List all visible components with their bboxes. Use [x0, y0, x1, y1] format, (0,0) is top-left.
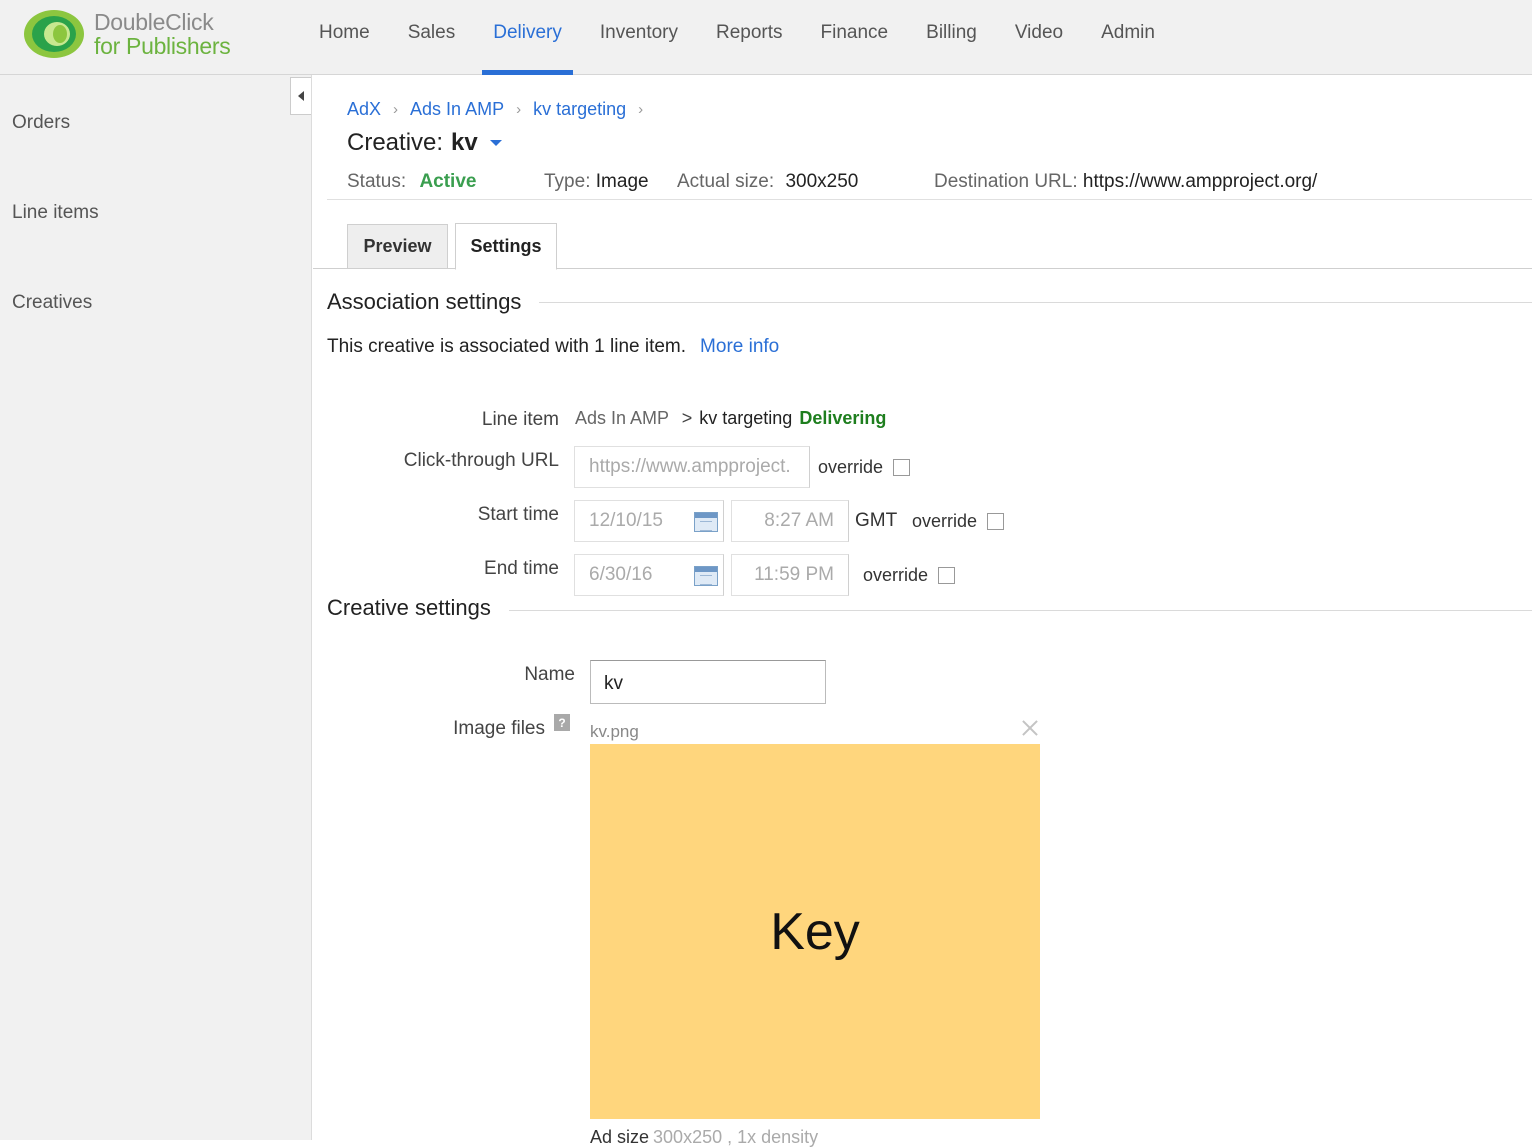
page-title-prefix: Creative:: [347, 129, 444, 156]
end-time-input[interactable]: 11:59 PM: [731, 554, 849, 596]
tab-preview[interactable]: Preview: [347, 224, 448, 269]
breadcrumb-line-item[interactable]: kv targeting: [533, 99, 626, 120]
sidebar: Orders Line items Creatives: [0, 75, 312, 1140]
end-date-input[interactable]: 6/30/16: [574, 554, 724, 596]
ad-size-label: Ad size: [590, 1127, 650, 1147]
brand-logo[interactable]: DoubleClick for Publishers: [22, 8, 262, 64]
start-time-label: Start time: [477, 504, 559, 525]
end-date-value: 6/30/16: [589, 564, 653, 585]
destination-field: Destination URL: https://www.ampproject.…: [934, 171, 1317, 193]
type-field: Type: Image: [544, 171, 649, 193]
breadcrumb-separator: ›: [638, 101, 644, 118]
click-through-override: override: [818, 457, 911, 478]
size-label: Actual size:: [677, 171, 775, 192]
override-label: override: [912, 511, 978, 531]
nav-delivery[interactable]: Delivery: [474, 0, 581, 75]
creative-image-preview: Key: [590, 744, 1040, 1119]
start-date-value: 12/10/15: [589, 510, 663, 531]
breadcrumb-order[interactable]: Ads In AMP: [410, 99, 504, 120]
tab-settings[interactable]: Settings: [455, 223, 557, 270]
main-nav: Home Sales Delivery Inventory Reports Fi…: [300, 0, 1174, 75]
nav-admin[interactable]: Admin: [1082, 0, 1174, 75]
override-label: override: [863, 565, 929, 585]
breadcrumb-separator: ›: [516, 101, 522, 118]
association-description: This creative is associated with 1 line …: [327, 336, 687, 357]
status-badge: Active: [419, 171, 477, 192]
creative-image-text: Key: [770, 902, 860, 961]
calendar-icon[interactable]: [694, 512, 718, 532]
size-field: Actual size: 300x250: [677, 171, 858, 193]
timezone-label: GMT: [855, 510, 898, 531]
sidebar-collapse-button[interactable]: [290, 77, 311, 115]
help-icon[interactable]: ?: [554, 714, 570, 731]
name-label: Name: [524, 664, 575, 685]
click-through-label: Click-through URL: [403, 450, 559, 471]
breadcrumb-adx[interactable]: AdX: [347, 99, 381, 120]
main-content: AdX › Ads In AMP › kv targeting › Creati…: [313, 75, 1532, 1147]
name-input[interactable]: kv: [590, 660, 826, 704]
end-time-override-checkbox[interactable]: [938, 567, 956, 584]
doubleclick-logo-icon: [24, 10, 84, 58]
brand-text: DoubleClick for Publishers: [94, 9, 231, 59]
brand-line1: DoubleClick: [94, 9, 214, 35]
end-time-label: End time: [484, 558, 559, 579]
more-info-link[interactable]: More info: [700, 336, 779, 357]
top-bar: DoubleClick for Publishers Home Sales De…: [0, 0, 1532, 75]
calendar-icon[interactable]: [694, 566, 718, 586]
click-through-input[interactable]: https://www.ampproject.: [574, 446, 810, 488]
nav-inventory[interactable]: Inventory: [581, 0, 697, 75]
click-through-override-checkbox[interactable]: [893, 459, 911, 476]
nav-sales[interactable]: Sales: [389, 0, 475, 75]
type-value: Image: [595, 171, 649, 192]
override-label: override: [818, 457, 884, 477]
ad-size-info: Ad size 300x250 , 1x density: [590, 1127, 818, 1148]
sidebar-item-line-items[interactable]: Line items: [12, 202, 99, 224]
start-time-override: override: [912, 511, 1005, 532]
creative-name: kv: [451, 129, 478, 156]
sidebar-item-orders[interactable]: Orders: [12, 112, 70, 134]
section-rule: [509, 610, 1532, 611]
line-item-order[interactable]: Ads In AMP: [575, 408, 669, 428]
image-file-name: kv.png: [590, 722, 639, 741]
close-icon[interactable]: [1020, 718, 1040, 738]
nav-reports[interactable]: Reports: [697, 0, 802, 75]
line-item-status: Delivering: [799, 408, 887, 428]
nav-finance[interactable]: Finance: [802, 0, 908, 75]
creative-settings-title: Creative settings: [327, 595, 505, 621]
breadcrumb-separator: ›: [393, 101, 399, 118]
status-label: Status:: [347, 171, 407, 192]
chevron-left-icon: [298, 91, 304, 101]
line-item-separator: >: [681, 408, 693, 428]
destination-label: Destination URL:: [934, 171, 1078, 192]
start-time-override-checkbox[interactable]: [987, 513, 1005, 530]
line-item-label: Line item: [481, 409, 559, 430]
start-time-input[interactable]: 8:27 AM: [731, 500, 849, 542]
section-rule: [539, 302, 1532, 303]
type-label: Type:: [544, 171, 591, 192]
brand-line2: for Publishers: [94, 33, 231, 59]
sidebar-item-creatives[interactable]: Creatives: [12, 292, 92, 314]
line-item-value: Ads In AMP > kv targeting Delivering: [575, 408, 886, 429]
destination-value: https://www.ampproject.org/: [1082, 171, 1318, 192]
header-divider: [327, 199, 1532, 200]
image-files-label: Image files: [453, 718, 545, 739]
line-item-name[interactable]: kv targeting: [699, 408, 792, 428]
breadcrumb: AdX › Ads In AMP › kv targeting ›: [347, 99, 655, 120]
ad-size-value: 300x250 , 1x density: [653, 1127, 819, 1147]
start-date-input[interactable]: 12/10/15: [574, 500, 724, 542]
nav-billing[interactable]: Billing: [907, 0, 996, 75]
status-field: Status: Active: [347, 171, 476, 193]
nav-home[interactable]: Home: [300, 0, 389, 75]
association-text: This creative is associated with 1 line …: [327, 336, 779, 358]
association-settings-title: Association settings: [327, 289, 536, 315]
page-title: Creative: kv: [347, 129, 502, 157]
nav-video[interactable]: Video: [996, 0, 1082, 75]
end-time-override: override: [863, 565, 956, 586]
size-value: 300x250: [785, 171, 859, 192]
caret-down-icon[interactable]: [489, 140, 502, 146]
